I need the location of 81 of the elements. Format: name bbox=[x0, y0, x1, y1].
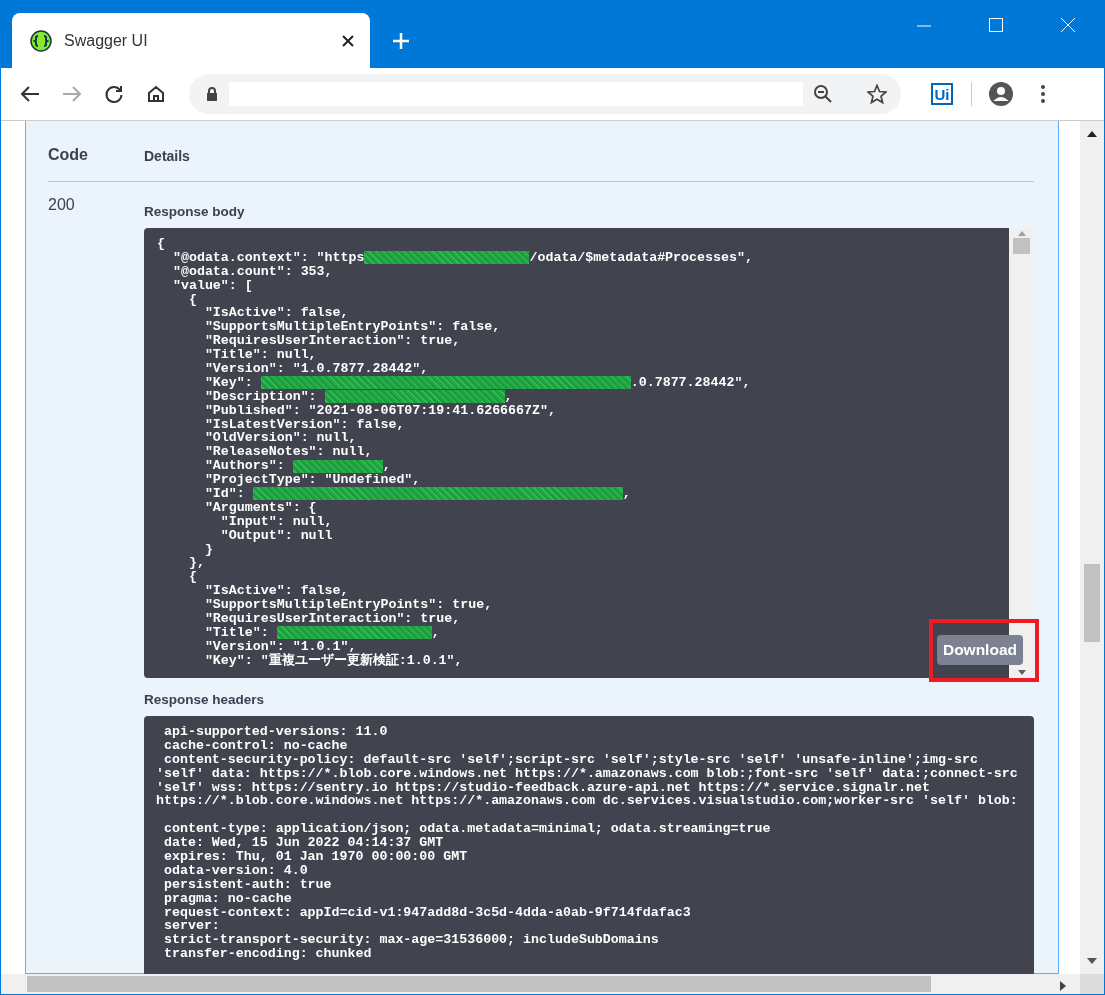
scrollbar-corner bbox=[1080, 974, 1104, 994]
star-icon[interactable] bbox=[867, 84, 887, 104]
code-text: "Title": bbox=[203, 625, 269, 640]
code-text: , bbox=[504, 389, 513, 404]
home-icon[interactable] bbox=[146, 84, 166, 104]
code-text: "ProjectType": "Undefined", bbox=[203, 473, 421, 488]
code-text: "Version": "1.0.7877.28442", bbox=[203, 362, 429, 376]
code-text: /odata/$metadata#Processes", bbox=[529, 250, 753, 265]
code-text: , bbox=[622, 487, 631, 501]
code-text: "Published": "2021-08-06T07:19:41.6266667Z", bbox=[203, 403, 556, 418]
code-text: "IsActive": false, bbox=[203, 306, 349, 321]
code-text: "SupportsMultipleEntryPoints": true, bbox=[203, 598, 493, 613]
code-text: "ReleaseNotes": null, bbox=[203, 445, 373, 460]
code-text: }, bbox=[187, 556, 205, 571]
reload-icon[interactable] bbox=[104, 84, 124, 104]
browser-tab[interactable]: Swagger UI bbox=[12, 13, 370, 68]
code-text: "OldVersion": null, bbox=[203, 431, 357, 446]
code-text: "Version": "1.0.1", bbox=[203, 639, 357, 654]
code-text: persistent-auth: true bbox=[162, 877, 333, 892]
plus-icon[interactable] bbox=[392, 32, 410, 50]
lock-icon bbox=[205, 86, 219, 102]
code-text: "Arguments": { bbox=[203, 500, 317, 515]
code-text: "SupportsMultipleEntryPoints": false, bbox=[203, 320, 501, 335]
code-text: "Output": null bbox=[219, 528, 333, 543]
code-text: https://*.blob.core.windows.net https://*.amazonaws.com dc.services.visualstudio.com;worker-src 'self' blob: bbox=[156, 794, 1019, 809]
code-text: cache-control: no-cache bbox=[162, 738, 349, 753]
menu-icon[interactable] bbox=[1040, 84, 1046, 104]
zoom-out-icon[interactable] bbox=[813, 84, 833, 104]
code-text: "Title": null, bbox=[203, 348, 317, 363]
scroll-up-icon[interactable] bbox=[1086, 129, 1098, 139]
code-text: { bbox=[157, 237, 165, 251]
scroll-down-icon[interactable] bbox=[1086, 956, 1098, 966]
code-text: content-type: application/json; odata.metadata=minimal; odata.streaming=true bbox=[162, 822, 772, 837]
code-text: } bbox=[203, 542, 213, 557]
code-text: "@odata.context": "https bbox=[171, 250, 365, 265]
section-label: Response body bbox=[144, 204, 246, 219]
code-text: api-supported-versions: 11.0 bbox=[162, 725, 389, 739]
code-text: expires: Thu, 01 Jan 1970 00:00:00 GMT bbox=[162, 850, 469, 864]
logo-icon bbox=[30, 29, 52, 52]
code-text: , bbox=[431, 625, 440, 640]
column-header: Code bbox=[48, 146, 89, 164]
extension-button[interactable]: Ui bbox=[931, 83, 953, 105]
code-text: pragma: no-cache bbox=[162, 891, 293, 906]
status-code: 200 bbox=[48, 195, 76, 215]
code-text: strict-transport-security: max-age=31536000; includeSubDomains bbox=[162, 933, 660, 948]
section-label: Response headers bbox=[144, 692, 266, 707]
code-text: transfer-encoding: chunked bbox=[162, 947, 373, 962]
profile-icon[interactable] bbox=[989, 82, 1013, 106]
code-text: 'self' data: https://*.blob.core.windows.net https://*.amazonaws.com blob:;font-src 'self' data:;connect-src bbox=[156, 766, 1019, 781]
scrollbar-thumb[interactable] bbox=[27, 976, 931, 992]
code-text: server: bbox=[162, 919, 220, 934]
code-text: , bbox=[382, 459, 391, 474]
code-text: request-context: appId=cid-v1:947add8d-3c5d-4dda-a0ab-9f714fdafac3 bbox=[162, 905, 692, 920]
column-header: Details bbox=[144, 148, 190, 164]
code-text: { bbox=[187, 570, 197, 585]
tab-title: Swagger UI bbox=[64, 31, 149, 50]
code-text: "Input": null, bbox=[220, 514, 333, 529]
scroll-right-icon[interactable] bbox=[1058, 980, 1068, 992]
close-icon[interactable] bbox=[340, 32, 356, 49]
code-text: "Key": bbox=[203, 375, 254, 390]
scrollbar-thumb[interactable] bbox=[1084, 564, 1100, 642]
code-text: "Authors": bbox=[203, 459, 286, 474]
code-text: "@odata.count": 353, bbox=[171, 264, 333, 279]
maximize-icon[interactable] bbox=[989, 18, 1003, 32]
download-button[interactable]: Download bbox=[936, 635, 1023, 665]
code-text: content-security-policy: default-src 'self';script-src 'self';style-src 'self' 'unsafe-inline';img-src bbox=[162, 752, 979, 767]
code-text: odata-version: 4.0 bbox=[162, 863, 309, 878]
code-text: "Description": bbox=[203, 389, 318, 404]
code-text: "IsLatestVersion": false, bbox=[203, 417, 405, 432]
code-text: 'self' wss: https://sentry.io https://studio-feedback.azure-api.net https://*.service.signalr.net bbox=[156, 780, 930, 795]
code-text: .0.7877.28442", bbox=[630, 375, 751, 390]
code-text: "RequiresUserInteraction": true, bbox=[203, 334, 461, 349]
code-text: "IsActive": false, bbox=[203, 584, 349, 599]
code-text: "Key": "重複ユーザー更新検証:1.0.1", bbox=[203, 653, 463, 668]
code-text: "RequiresUserInteraction": true, bbox=[203, 612, 461, 626]
scrollbar-thumb[interactable] bbox=[1013, 238, 1030, 254]
code-text: date: Wed, 15 Jun 2022 04:14:37 GMT bbox=[162, 836, 445, 850]
back-arrow-icon[interactable] bbox=[20, 84, 40, 104]
code-text: "Id": bbox=[203, 487, 246, 501]
code-text: "value": [ bbox=[171, 278, 253, 293]
code-text: { bbox=[187, 292, 197, 307]
